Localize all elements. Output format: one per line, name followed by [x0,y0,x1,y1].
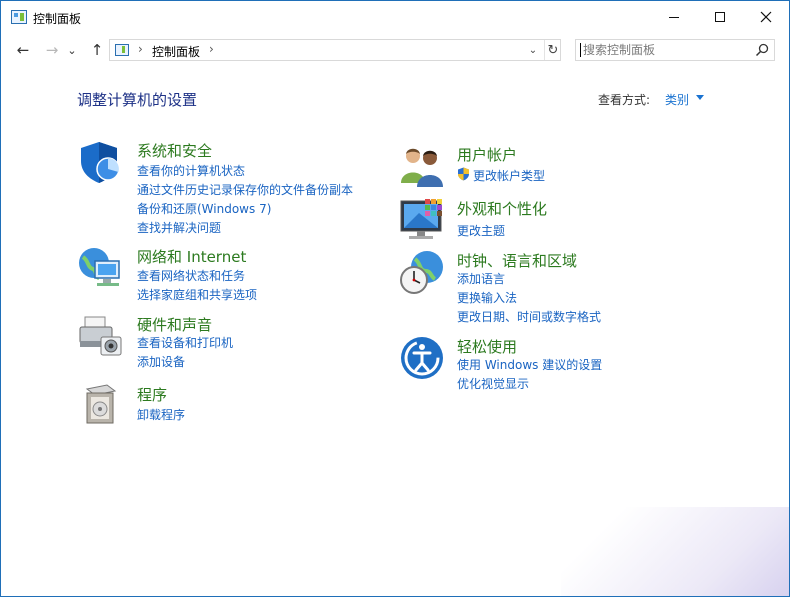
category-title[interactable]: 网络和 Internet [137,246,246,267]
title-bar[interactable]: 控制面板 [1,1,789,35]
back-button[interactable]: ← [12,39,34,61]
refresh-icon: ↻ [547,42,559,58]
programs-box-icon[interactable] [77,383,123,429]
appearance-monitor-icon[interactable] [399,197,445,243]
link-view-computer-status[interactable]: 查看你的计算机状态 [137,162,245,179]
search-icon[interactable] [754,42,770,58]
system-security-shield-icon[interactable] [77,139,123,185]
back-arrow-icon: ← [16,41,30,59]
breadcrumb-separator: › [138,42,143,56]
clock-globe-icon[interactable] [399,249,445,295]
network-globe-icon[interactable] [77,245,123,291]
search-input[interactable] [583,42,749,58]
chevron-down-icon: ⌄ [528,44,538,56]
view-by-label: 查看方式: [598,93,651,107]
link-optimize-visual-display[interactable]: 优化视觉显示 [457,375,529,392]
chevron-down-icon: ⌄ [67,43,77,57]
refresh-button[interactable]: ↻ [544,40,561,60]
watermark-overlay [561,507,789,596]
view-by-dropdown[interactable]: 类别 [665,91,689,108]
link-change-account-type[interactable]: 更改帐户类型 [473,167,545,184]
user-accounts-icon[interactable] [399,143,445,189]
minimize-icon [669,16,679,18]
up-arrow-icon: ↑ [90,41,104,59]
up-button[interactable]: ↑ [86,39,108,61]
control-panel-address-icon [115,44,129,56]
navigation-bar: ← → ⌄ ↑ › 控制面板 › ⌄ ↻ [1,37,789,65]
link-change-date-time-format[interactable]: 更改日期、时间或数字格式 [457,308,601,325]
forward-arrow-icon: → [45,41,59,59]
category-title[interactable]: 轻松使用 [457,336,517,357]
control-panel-app-icon [11,10,27,24]
link-view-network-status[interactable]: 查看网络状态和任务 [137,267,245,284]
category-title[interactable]: 时钟、语言和区域 [457,250,577,271]
close-icon [760,11,772,23]
link-change-theme[interactable]: 更改主题 [457,222,505,239]
recent-locations-button[interactable]: ⌄ [65,39,79,61]
category-title[interactable]: 系统和安全 [137,140,212,161]
link-add-language[interactable]: 添加语言 [457,270,505,287]
link-change-input-method[interactable]: 更换输入法 [457,289,517,306]
link-troubleshoot[interactable]: 查找并解决问题 [137,219,221,236]
link-recommended-settings[interactable]: 使用 Windows 建议的设置 [457,356,602,373]
page-title: 调整计算机的设置 [77,91,198,109]
link-add-device[interactable]: 添加设备 [137,353,185,370]
link-file-history-backup[interactable]: 通过文件历史记录保存你的文件备份副本 [137,181,353,198]
breadcrumb-control-panel[interactable]: 控制面板 [152,43,200,60]
search-box[interactable] [575,39,775,61]
text-caret [580,43,581,57]
category-title[interactable]: 硬件和声音 [137,314,212,335]
link-devices-printers[interactable]: 查看设备和打印机 [137,334,233,351]
address-bar[interactable]: › 控制面板 › ⌄ ↻ [109,39,561,61]
address-history-button[interactable]: ⌄ [524,40,542,60]
hardware-printer-icon[interactable] [77,313,123,359]
minimize-button[interactable] [651,1,697,33]
maximize-button[interactable] [697,1,743,33]
breadcrumb-separator[interactable]: › [209,42,214,56]
window-title: 控制面板 [33,12,82,26]
close-button[interactable] [743,1,789,33]
main-content: 调整计算机的设置 查看方式: 类别 系统和安全 查看你的计算机状态 通过文件历史… [1,67,789,596]
forward-button[interactable]: → [41,39,63,61]
category-title[interactable]: 用户帐户 [457,144,517,165]
category-title[interactable]: 外观和个性化 [457,198,547,219]
category-title[interactable]: 程序 [137,384,167,405]
maximize-icon [715,12,725,22]
link-backup-restore[interactable]: 备份和还原(Windows 7) [137,200,271,217]
caret-down-icon[interactable] [696,95,704,100]
uac-shield-icon [458,167,469,181]
link-uninstall-program[interactable]: 卸载程序 [137,406,185,423]
control-panel-window: 控制面板 ← → ⌄ ↑ › 控制面板 › ⌄ ↻ 调整 [0,0,790,597]
ease-of-access-icon[interactable] [399,335,445,381]
link-homegroup-sharing[interactable]: 选择家庭组和共享选项 [137,286,257,303]
